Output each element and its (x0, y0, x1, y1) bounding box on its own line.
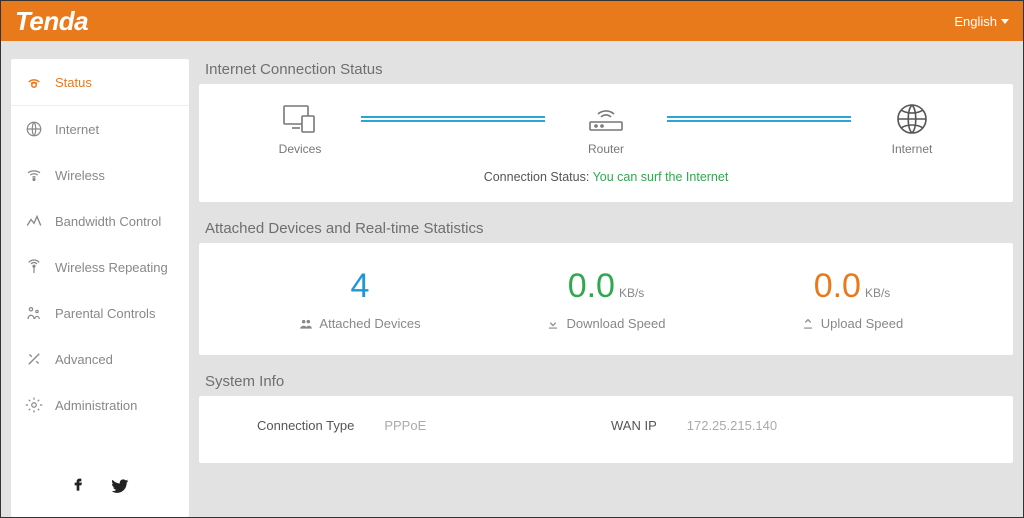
twitter-icon[interactable] (110, 476, 130, 501)
sidebar-item-label: Internet (55, 122, 99, 137)
devices-icon (245, 102, 355, 136)
panel-statistics: 4 Attached Devices 0.0KB/s Downlo (199, 243, 1013, 355)
brand-logo: Tenda (15, 6, 88, 37)
status-icon (25, 73, 43, 91)
node-devices: Devices (245, 102, 355, 156)
language-selector[interactable]: English (954, 14, 1009, 29)
sidebar-item-advanced[interactable]: Advanced (11, 336, 189, 382)
stat-unit: KB/s (865, 286, 890, 300)
panel-sysinfo: Connection Type PPPoE WAN IP 172.25.215.… (199, 396, 1013, 463)
sysinfo-connection-type: Connection Type PPPoE (257, 418, 611, 433)
chart-line-icon (25, 212, 43, 230)
sysinfo-label: Connection Type (257, 418, 354, 433)
sidebar-item-bandwidth[interactable]: Bandwidth Control (11, 198, 189, 244)
social-links (11, 460, 189, 517)
section-title-connection: Internet Connection Status (205, 59, 1013, 78)
internet-icon (857, 102, 967, 136)
panel-connection-status: Devices Router Internet C (199, 84, 1013, 202)
stat-attached-devices[interactable]: 4 Attached Devices (260, 267, 460, 331)
sidebar-item-status[interactable]: Status (11, 59, 189, 106)
sidebar: Status Internet Wireless Bandwidth Contr… (11, 59, 189, 517)
stat-label: Upload Speed (821, 316, 903, 331)
top-bar: Tenda English (1, 1, 1023, 41)
family-icon (25, 304, 43, 322)
node-internet: Internet (857, 102, 967, 156)
sidebar-item-label: Wireless (55, 168, 105, 183)
tools-icon (25, 350, 43, 368)
node-label: Devices (279, 142, 322, 156)
chevron-down-icon (1001, 19, 1009, 24)
connection-line (667, 116, 851, 122)
content: Internet Connection Status Devices Route… (199, 59, 1013, 517)
sidebar-item-label: Advanced (55, 352, 113, 367)
upload-icon (801, 317, 815, 331)
sidebar-item-label: Bandwidth Control (55, 214, 161, 229)
node-router: Router (551, 102, 661, 156)
node-label: Internet (892, 142, 933, 156)
language-label: English (954, 14, 997, 29)
connection-diagram: Devices Router Internet (217, 98, 995, 162)
facebook-icon[interactable] (70, 476, 86, 501)
node-label: Router (588, 142, 624, 156)
sysinfo-wan-ip: WAN IP 172.25.215.140 (611, 418, 965, 433)
download-icon (546, 317, 560, 331)
sysinfo-label: WAN IP (611, 418, 657, 433)
globe-icon (25, 120, 43, 138)
sidebar-item-label: Status (55, 75, 92, 90)
stat-value: 0.0 (814, 267, 861, 305)
wifi-icon (25, 166, 43, 184)
connection-line (361, 116, 545, 122)
sysinfo-value: 172.25.215.140 (687, 418, 777, 433)
status-label: Connection Status: (484, 170, 590, 184)
antenna-icon (25, 258, 43, 276)
stat-value: 4 (351, 267, 370, 305)
stat-value: 0.0 (568, 267, 615, 305)
sidebar-item-wireless[interactable]: Wireless (11, 152, 189, 198)
connection-status-text: Connection Status: You can surf the Inte… (217, 170, 995, 184)
stat-label: Attached Devices (319, 316, 420, 331)
sidebar-item-label: Administration (55, 398, 137, 413)
stat-unit: KB/s (619, 286, 644, 300)
sidebar-item-administration[interactable]: Administration (11, 382, 189, 428)
sidebar-item-parental[interactable]: Parental Controls (11, 290, 189, 336)
sidebar-item-label: Parental Controls (55, 306, 155, 321)
main-area: Status Internet Wireless Bandwidth Contr… (1, 41, 1023, 517)
users-icon (299, 317, 313, 331)
sidebar-item-internet[interactable]: Internet (11, 106, 189, 152)
sysinfo-value: PPPoE (384, 418, 426, 433)
sidebar-item-repeating[interactable]: Wireless Repeating (11, 244, 189, 290)
stat-label: Download Speed (566, 316, 665, 331)
stat-upload-speed: 0.0 KB/s Upload Speed (752, 267, 952, 331)
router-icon (551, 102, 661, 136)
section-title-sysinfo: System Info (205, 371, 1013, 390)
gear-icon (25, 396, 43, 414)
stat-download-speed: 0.0 KB/s Download Speed (506, 267, 706, 331)
section-title-stats: Attached Devices and Real-time Statistic… (205, 218, 1013, 237)
status-value: You can surf the Internet (593, 170, 729, 184)
sidebar-item-label: Wireless Repeating (55, 260, 168, 275)
